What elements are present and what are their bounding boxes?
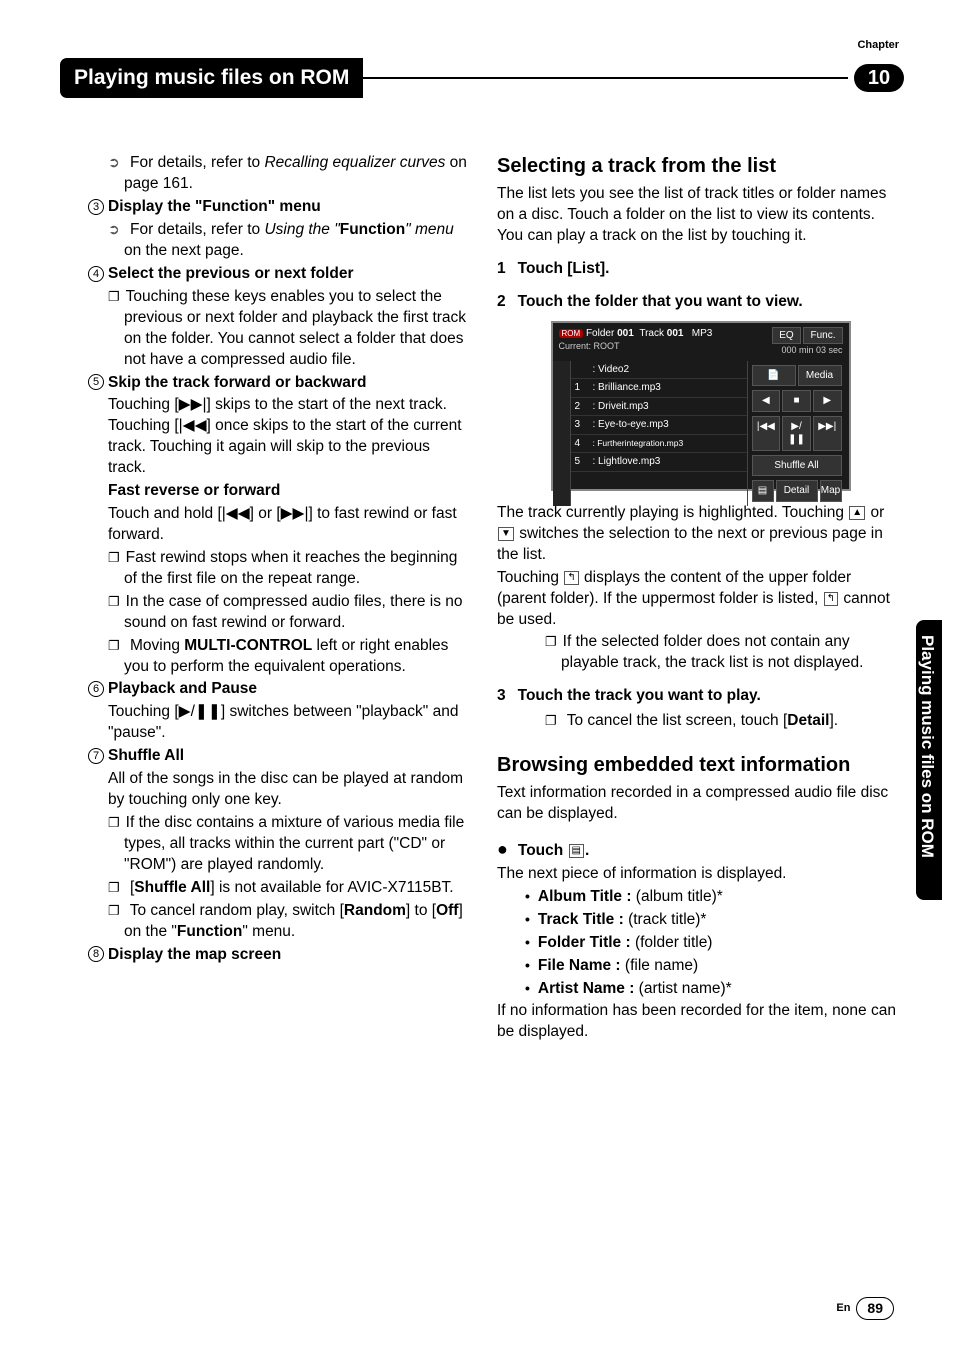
item-4: 4Select the previous or next folder [88, 264, 467, 285]
item-5-body: Touching [▶▶|] skips to the start of the… [108, 395, 467, 479]
detail-button[interactable]: Detail [776, 480, 818, 502]
up-folder-icon: ↰ [564, 571, 578, 585]
content-columns: For details, refer to Recalling equalize… [60, 153, 904, 1045]
info-artist: Artist Name : (artist name)* [525, 979, 904, 1000]
func-button[interactable]: Func. [803, 327, 842, 345]
list-item[interactable]: 4: Furtherintegration.mp3 [571, 435, 747, 454]
side-tab-text: Playing music files on ROM [915, 635, 938, 858]
section-title-selecting: Selecting a track from the list [497, 153, 904, 180]
rom-badge: ROM [559, 329, 584, 338]
page-title: Playing music files on ROM [60, 58, 363, 98]
map-button[interactable]: Map [820, 480, 842, 502]
up-folder-icon: ↰ [824, 592, 838, 606]
media-button[interactable]: Media [798, 365, 842, 387]
next-folder-button[interactable]: ▶ [813, 390, 842, 412]
info-album: Album Title : (album title)* [525, 887, 904, 908]
list-item[interactable]: : Video2 [571, 361, 747, 380]
selected-folder-note: If the selected folder does not contain … [545, 632, 904, 674]
section-title-browsing: Browsing embedded text information [497, 752, 904, 779]
track-list: : Video2 1: Brilliance.mp3 2: Driveit.mp… [571, 361, 747, 506]
header-rule [363, 77, 848, 79]
left-column: For details, refer to Recalling equalize… [60, 153, 467, 1045]
step-3-note: To cancel the list screen, touch [Detail… [545, 711, 904, 732]
item-5-note2: In the case of compressed audio files, t… [108, 592, 467, 634]
item-7-body: All of the songs in the disc can be play… [108, 769, 467, 811]
right-column: Selecting a track from the list The list… [497, 153, 904, 1045]
list-item[interactable]: 1: Brilliance.mp3 [571, 379, 747, 398]
rewind-button[interactable]: |◀◀ [752, 416, 781, 451]
device-screenshot: ROM Folder 001 Track 001 MP3 Current: RO… [551, 321, 851, 491]
item-5-note3: Moving MULTI-CONTROL left or right enabl… [108, 636, 467, 678]
chapter-number-badge: 10 [854, 64, 904, 92]
header-bar: Playing music files on ROM 10 [60, 58, 904, 98]
list-item[interactable]: 5: Lightlove.mp3 [571, 453, 747, 472]
after-screenshot-2: Touching ↰ displays the content of the u… [497, 568, 904, 631]
item-4-body: Touching these keys enables you to selec… [108, 287, 467, 371]
touch-instruction: ● Touch ▤. [497, 837, 904, 862]
sec2-outro: If no information has been recorded for … [497, 1001, 904, 1043]
ref-function-menu: For details, refer to Using the "Functio… [108, 220, 467, 262]
prev-folder-button[interactable]: ◀ [752, 390, 781, 412]
item-5-fast-body: Touch and hold [|◀◀] or [▶▶|] to fast re… [108, 504, 467, 546]
ref-equalizer: For details, refer to Recalling equalize… [108, 153, 467, 195]
list-item[interactable]: 2: Driveit.mp3 [571, 398, 747, 417]
up-folder-icon[interactable]: 📄 [752, 365, 796, 387]
item-5: 5Skip the track forward or backward [88, 373, 467, 394]
list-item[interactable]: 3: Eye-to-eye.mp3 [571, 416, 747, 435]
chapter-label: Chapter [857, 38, 899, 53]
info-folder: Folder Title : (folder title) [525, 933, 904, 954]
text-info-icon: ▤ [569, 844, 584, 858]
item-7-note2: [Shuffle All] is not available for AVIC-… [108, 878, 467, 899]
item-7: 7Shuffle All [88, 746, 467, 767]
scroll-bar[interactable] [553, 361, 571, 506]
item-6: 6Playback and Pause [88, 679, 467, 700]
next-piece-line: The next piece of information is display… [497, 864, 904, 885]
sec1-intro: The list lets you see the list of track … [497, 184, 904, 247]
info-track: Track Title : (track title)* [525, 910, 904, 931]
step-1: 1Touch [List]. [497, 259, 904, 280]
item-5-note1: Fast rewind stops when it reaches the be… [108, 548, 467, 590]
page-number: 89 [856, 1297, 894, 1320]
sec2-intro: Text information recorded in a compresse… [497, 783, 904, 825]
step-3: 3Touch the track you want to play. [497, 686, 904, 707]
info-icon[interactable]: ▤ [752, 480, 774, 502]
after-screenshot-1: The track currently playing is highlight… [497, 503, 904, 566]
page-up-icon: ▲ [849, 506, 865, 520]
page-footer: En 89 [836, 1297, 894, 1320]
item-8: 8Display the map screen [88, 945, 467, 966]
page-down-icon: ▼ [498, 527, 514, 541]
item-7-note3: To cancel random play, switch [Random] t… [108, 901, 467, 943]
shuffle-all-button[interactable]: Shuffle All [752, 455, 842, 477]
step-2: 2Touch the folder that you want to view. [497, 292, 904, 313]
eq-button[interactable]: EQ [772, 327, 800, 345]
page-lang: En [836, 1301, 850, 1316]
item-5-fast-title: Fast reverse or forward [108, 481, 467, 502]
play-pause-button[interactable]: ▶/❚❚ [782, 416, 811, 451]
item-6-body: Touching [▶/❚❚] switches between "playba… [108, 702, 467, 744]
item-3: 3Display the "Function" menu [88, 197, 467, 218]
forward-button[interactable]: ▶▶| [813, 416, 842, 451]
info-file: File Name : (file name) [525, 956, 904, 977]
item-7-note1: If the disc contains a mixture of variou… [108, 813, 467, 876]
stop-button[interactable]: ■ [782, 390, 811, 412]
